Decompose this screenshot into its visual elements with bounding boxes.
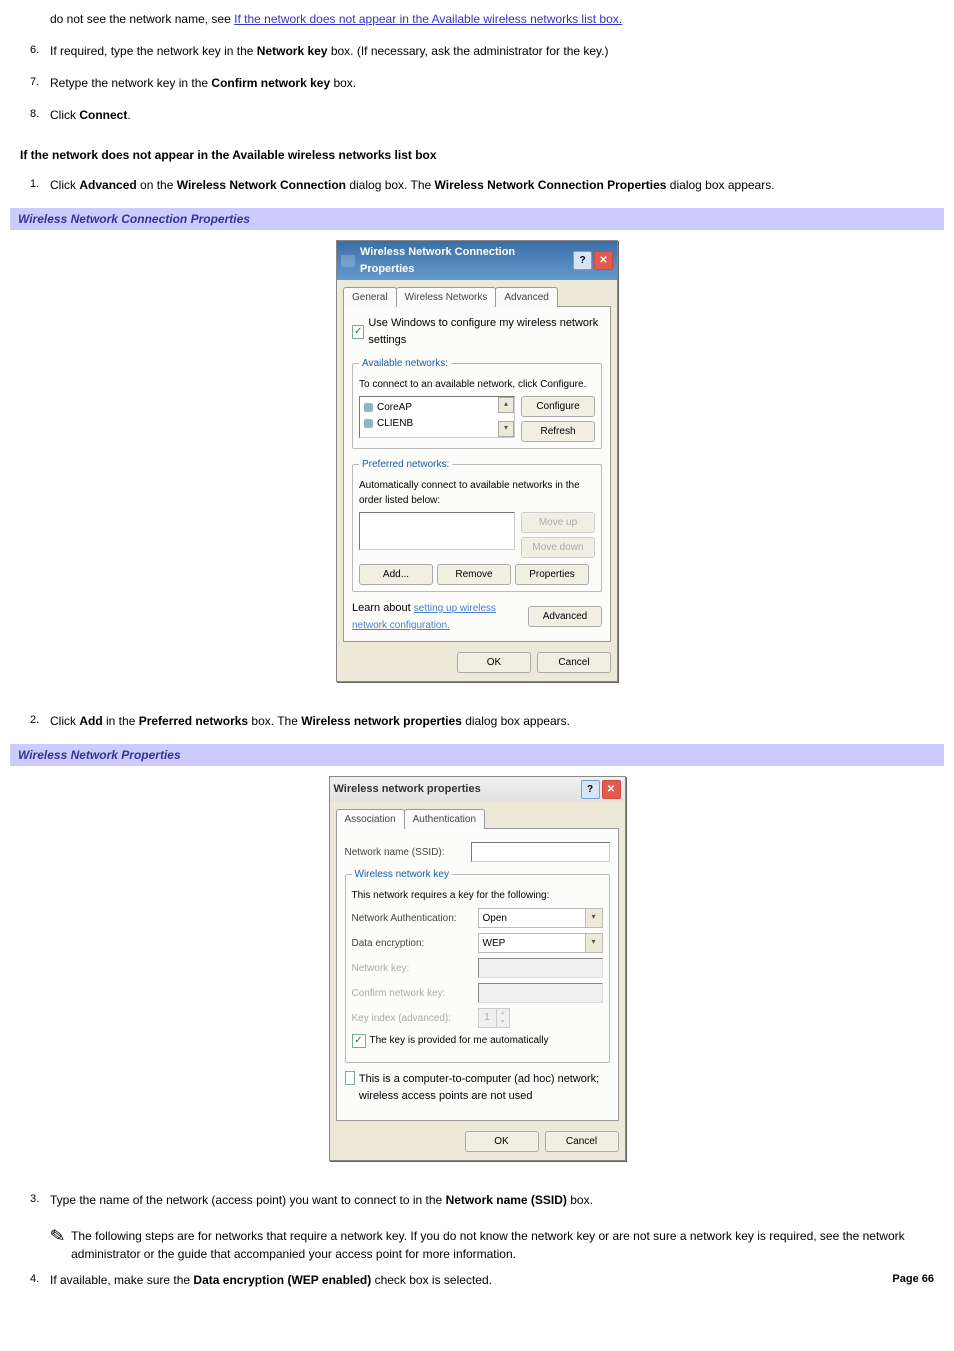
step-b1: 1. Click Advanced on the Wireless Networ… <box>50 176 934 194</box>
auto-key-checkbox[interactable]: ✓ <box>352 1034 366 1048</box>
remove-button[interactable]: Remove <box>437 564 511 585</box>
preferred-networks-list[interactable] <box>359 512 515 550</box>
step-b3: 3. Type the name of the network (access … <box>50 1191 934 1209</box>
chevron-down-icon: ▾ <box>585 934 602 952</box>
encryption-combo[interactable]: WEP ▾ <box>478 933 603 953</box>
available-networks-list[interactable]: CoreAP CLIENB ▴ ▾ <box>359 396 515 438</box>
window-title: Wireless Network Connection Properties <box>360 244 571 277</box>
available-networks-legend: Available networks: <box>359 356 451 371</box>
auth-combo[interactable]: Open ▾ <box>478 908 603 928</box>
help-button[interactable]: ? <box>573 251 592 270</box>
tab-general[interactable]: General <box>343 287 397 307</box>
page-number: Page 66 <box>892 1271 934 1288</box>
ok-button[interactable]: OK <box>457 652 531 673</box>
step-b4: 4. If available, make sure the Data encr… <box>50 1271 934 1289</box>
close-button[interactable]: ✕ <box>594 251 613 270</box>
step-8: 8. Click Connect. <box>50 106 934 124</box>
properties-button[interactable]: Properties <box>515 564 589 585</box>
refresh-button[interactable]: Refresh <box>521 421 595 442</box>
auth-label: Network Authentication: <box>352 911 472 926</box>
note-block: ✎ The following steps are for networks t… <box>50 1227 934 1263</box>
dialog-network-properties: Wireless network properties ? ✕ Associat… <box>329 776 626 1161</box>
help-button[interactable]: ? <box>581 780 600 799</box>
link-missing-network[interactable]: If the network does not appear in the Av… <box>234 12 622 26</box>
network-key-input <box>478 958 603 978</box>
step-continuation: do not see the network name, see If the … <box>50 10 934 28</box>
encryption-label: Data encryption: <box>352 936 472 951</box>
network-item[interactable]: CoreAP <box>364 400 510 415</box>
auto-key-label: The key is provided for me automatically <box>370 1033 549 1048</box>
tab-advanced[interactable]: Advanced <box>495 287 557 307</box>
pencil-icon: ✎ <box>49 1226 66 1246</box>
chevron-down-icon: ▾ <box>585 909 602 927</box>
wireless-key-legend: Wireless network key <box>352 867 452 882</box>
use-windows-checkbox[interactable]: ✓ <box>352 325 364 339</box>
caption-dlg1: Wireless Network Connection Properties <box>10 208 944 230</box>
move-down-button: Move down <box>521 537 595 558</box>
step-7: 7. Retype the network key in the Confirm… <box>50 74 934 92</box>
configure-button[interactable]: Configure <box>521 396 595 417</box>
step-6: 6. If required, type the network key in … <box>50 42 934 60</box>
ok-button[interactable]: OK <box>465 1131 539 1152</box>
network-icon <box>364 419 373 428</box>
adhoc-checkbox[interactable]: ✓ <box>345 1071 355 1085</box>
network-item[interactable]: CLIENB <box>364 416 510 431</box>
tab-wireless-networks[interactable]: Wireless Networks <box>396 287 497 307</box>
network-key-label: Network key: <box>352 961 472 976</box>
step-b2: 2. Click Add in the Preferred networks b… <box>50 712 934 730</box>
scroll-down-icon[interactable]: ▾ <box>498 421 514 437</box>
key-index-label: Key index (advanced): <box>352 1011 472 1026</box>
use-windows-label: Use Windows to configure my wireless net… <box>368 315 602 348</box>
preferred-networks-legend: Preferred networks: <box>359 457 452 472</box>
window-title: Wireless network properties <box>334 781 579 798</box>
wireless-key-text: This network requires a key for the foll… <box>352 888 603 903</box>
scroll-up-icon[interactable]: ▴ <box>498 397 514 413</box>
confirm-key-input <box>478 983 603 1003</box>
learn-label: Learn about <box>352 602 414 614</box>
available-networks-text: To connect to an available network, clic… <box>359 377 595 392</box>
window-icon <box>341 255 355 267</box>
cancel-button[interactable]: Cancel <box>545 1131 619 1152</box>
section-heading: If the network does not appear in the Av… <box>10 146 944 164</box>
key-index-spinner: 1 ▴▾ <box>478 1008 510 1028</box>
caption-dlg2: Wireless Network Properties <box>10 744 944 766</box>
move-up-button: Move up <box>521 512 595 533</box>
preferred-networks-text: Automatically connect to available netwo… <box>359 478 595 508</box>
tab-association[interactable]: Association <box>336 809 405 829</box>
network-icon <box>364 403 373 412</box>
dialog-connection-properties: Wireless Network Connection Properties ?… <box>336 240 618 682</box>
note-text: The following steps are for networks tha… <box>71 1227 934 1263</box>
advanced-button[interactable]: Advanced <box>528 606 602 627</box>
ssid-label: Network name (SSID): <box>345 845 465 860</box>
tab-authentication[interactable]: Authentication <box>404 809 485 829</box>
close-button[interactable]: ✕ <box>602 780 621 799</box>
adhoc-label: This is a computer-to-computer (ad hoc) … <box>359 1071 610 1104</box>
confirm-key-label: Confirm network key: <box>352 986 472 1001</box>
add-button[interactable]: Add... <box>359 564 433 585</box>
cancel-button[interactable]: Cancel <box>537 652 611 673</box>
ssid-input[interactable] <box>471 842 610 862</box>
